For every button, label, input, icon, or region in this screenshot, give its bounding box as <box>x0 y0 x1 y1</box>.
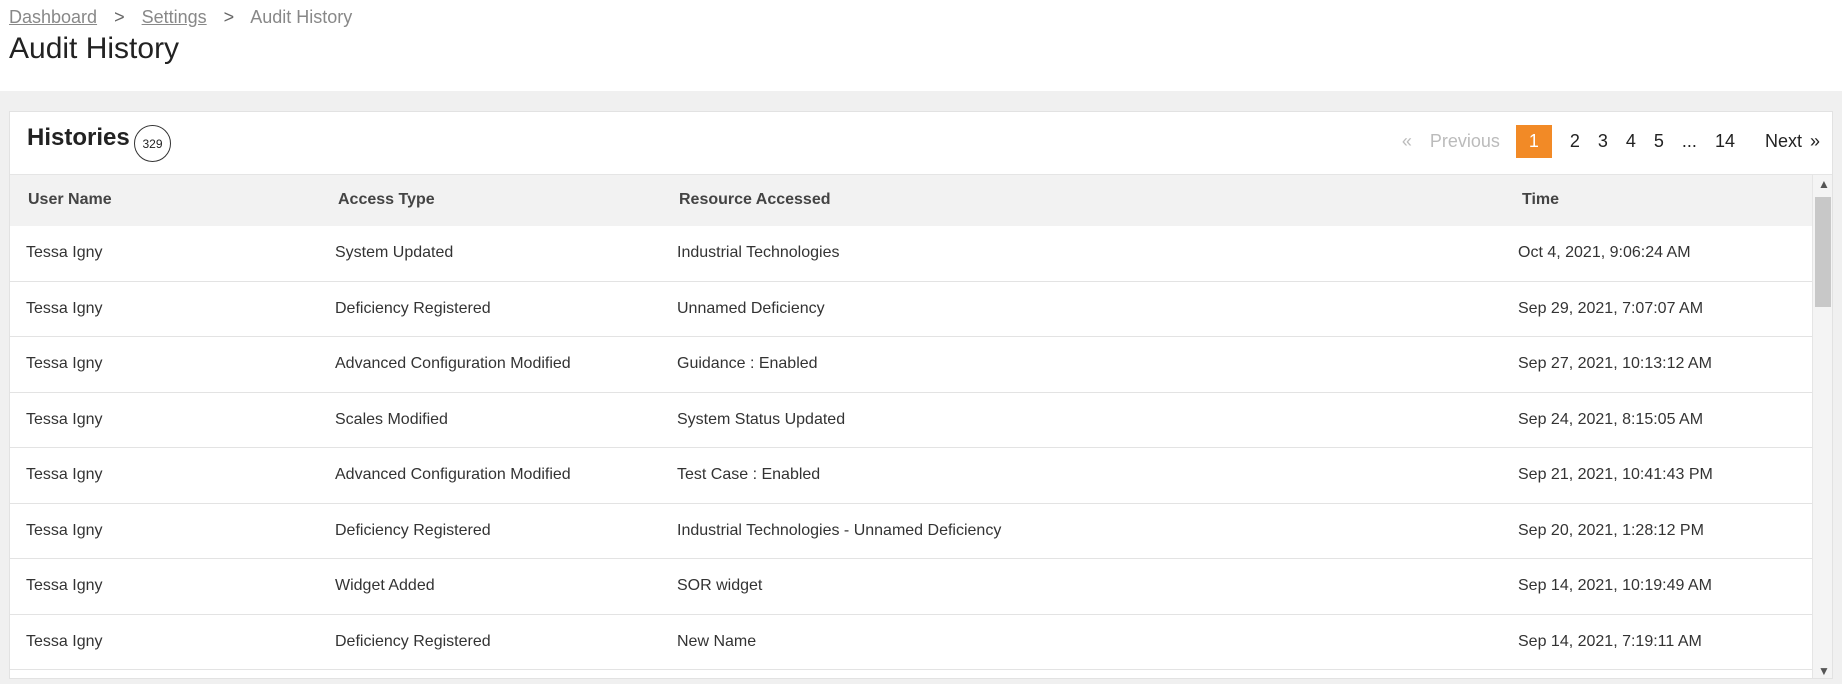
table-scrollbar[interactable]: ▲ ▼ <box>1812 175 1832 678</box>
previous-arrow-icon: « <box>1401 131 1412 151</box>
scrollbar-thumb[interactable] <box>1815 197 1831 307</box>
cell-user: Tessa Igny <box>26 244 103 261</box>
cell-time: Oct 4, 2021, 9:06:24 AM <box>1518 244 1691 261</box>
cell-resource: Unnamed Deficiency <box>677 299 825 317</box>
next-page-button[interactable]: Next <box>1765 131 1802 152</box>
page-ellipsis: ... <box>1681 131 1697 151</box>
table-row[interactable]: Tessa Igny Deficiency Registered Unnamed… <box>10 282 1814 337</box>
card-title: Histories <box>27 124 130 151</box>
page-button-5[interactable]: 5 <box>1654 131 1664 152</box>
cell-time: Sep 29, 2021, 7:07:07 AM <box>1518 299 1704 317</box>
cell-access: Scales Modified <box>335 410 448 428</box>
header-resource-accessed[interactable]: Resource Accessed <box>679 191 831 209</box>
scroll-down-icon[interactable]: ▼ <box>1818 664 1830 678</box>
cell-user: Tessa Igny <box>26 632 103 650</box>
cell-resource: Industrial Technologies - Unnamed Defici… <box>677 521 1002 539</box>
previous-page-button[interactable]: Previous <box>1430 131 1500 152</box>
pagination: « Previous 1 2 3 4 5 ... 14 Next » <box>1402 125 1820 158</box>
cell-user: Tessa Igny <box>26 466 103 483</box>
cell-access: Widget Added <box>335 577 435 594</box>
header-time[interactable]: Time <box>1522 191 1559 209</box>
page-header: Dashboard > Settings > Audit History Aud… <box>0 0 1842 91</box>
cell-time: Sep 21, 2021, 10:41:43 PM <box>1518 466 1713 483</box>
cell-time: Sep 14, 2021, 10:19:49 AM <box>1518 577 1712 594</box>
table-row[interactable]: Tessa Igny Scales Modified System Status… <box>10 393 1814 448</box>
table-row[interactable]: Tessa Igny Advanced Configuration Modifi… <box>10 448 1814 504</box>
cell-time: Sep 24, 2021, 8:15:05 AM <box>1518 410 1704 428</box>
breadcrumb-settings-link[interactable]: Settings <box>142 7 207 27</box>
page-title: Audit History <box>9 32 180 65</box>
cell-resource: Industrial Technologies <box>677 244 840 261</box>
page-button-14[interactable]: 14 <box>1715 131 1735 152</box>
breadcrumb-dashboard-link[interactable]: Dashboard <box>9 7 97 27</box>
cell-resource: SOR widget <box>677 577 763 594</box>
cell-time: Sep 20, 2021, 1:28:12 PM <box>1518 521 1704 539</box>
table-row[interactable]: Tessa Igny Deficiency Registered Industr… <box>10 504 1814 559</box>
histories-card: Histories 329 « Previous 1 2 3 4 5 ... 1… <box>9 111 1833 679</box>
page-button-3[interactable]: 3 <box>1598 131 1608 152</box>
cell-resource: System Status Updated <box>677 410 846 428</box>
cell-access: System Updated <box>335 244 454 261</box>
cell-resource: New Name <box>677 632 757 650</box>
header-user-name[interactable]: User Name <box>28 191 112 209</box>
cell-user: Tessa Igny <box>26 299 103 317</box>
cell-access: Advanced Configuration Modified <box>335 355 571 372</box>
cell-user: Tessa Igny <box>26 355 103 372</box>
table-row[interactable]: Tessa Igny Widget Added SOR widget Sep 1… <box>10 559 1814 615</box>
cell-time: Sep 14, 2021, 7:19:11 AM <box>1518 632 1702 650</box>
breadcrumb-separator: > <box>223 7 235 27</box>
cell-resource: Test Case : Enabled <box>677 466 821 483</box>
page-button-4[interactable]: 4 <box>1626 131 1636 152</box>
cell-access: Deficiency Registered <box>335 299 491 317</box>
table-row[interactable]: Tessa Igny Deficiency Registered New Nam… <box>10 615 1814 670</box>
table-header: User Name Access Type Resource Accessed … <box>10 175 1814 226</box>
page-button-2[interactable]: 2 <box>1570 131 1580 152</box>
table-row[interactable]: Tessa Igny Advanced Configuration Modifi… <box>10 337 1814 393</box>
breadcrumb-current: Audit History <box>250 7 353 27</box>
cell-access: Deficiency Registered <box>335 521 491 539</box>
cell-time: Sep 27, 2021, 10:13:12 AM <box>1518 355 1712 372</box>
page-button-1[interactable]: 1 <box>1515 125 1552 158</box>
cell-resource: Guidance : Enabled <box>677 355 818 372</box>
cell-user: Tessa Igny <box>26 521 103 539</box>
scroll-up-icon[interactable]: ▲ <box>1818 177 1830 191</box>
breadcrumb: Dashboard > Settings > Audit History <box>9 7 352 28</box>
table-row[interactable]: Tessa Igny System Updated Industrial Tec… <box>10 226 1814 282</box>
cell-access: Advanced Configuration Modified <box>335 466 571 483</box>
card-header: Histories 329 « Previous 1 2 3 4 5 ... 1… <box>10 112 1832 175</box>
breadcrumb-separator: > <box>114 7 125 27</box>
cell-access: Deficiency Registered <box>335 632 491 650</box>
cell-user: Tessa Igny <box>26 577 103 594</box>
next-arrow-icon[interactable]: » <box>1810 131 1820 152</box>
cell-user: Tessa Igny <box>26 410 103 428</box>
header-access-type[interactable]: Access Type <box>338 191 435 209</box>
count-badge: 329 <box>134 125 171 162</box>
table-body: Tessa Igny System Updated Industrial Tec… <box>10 226 1814 670</box>
